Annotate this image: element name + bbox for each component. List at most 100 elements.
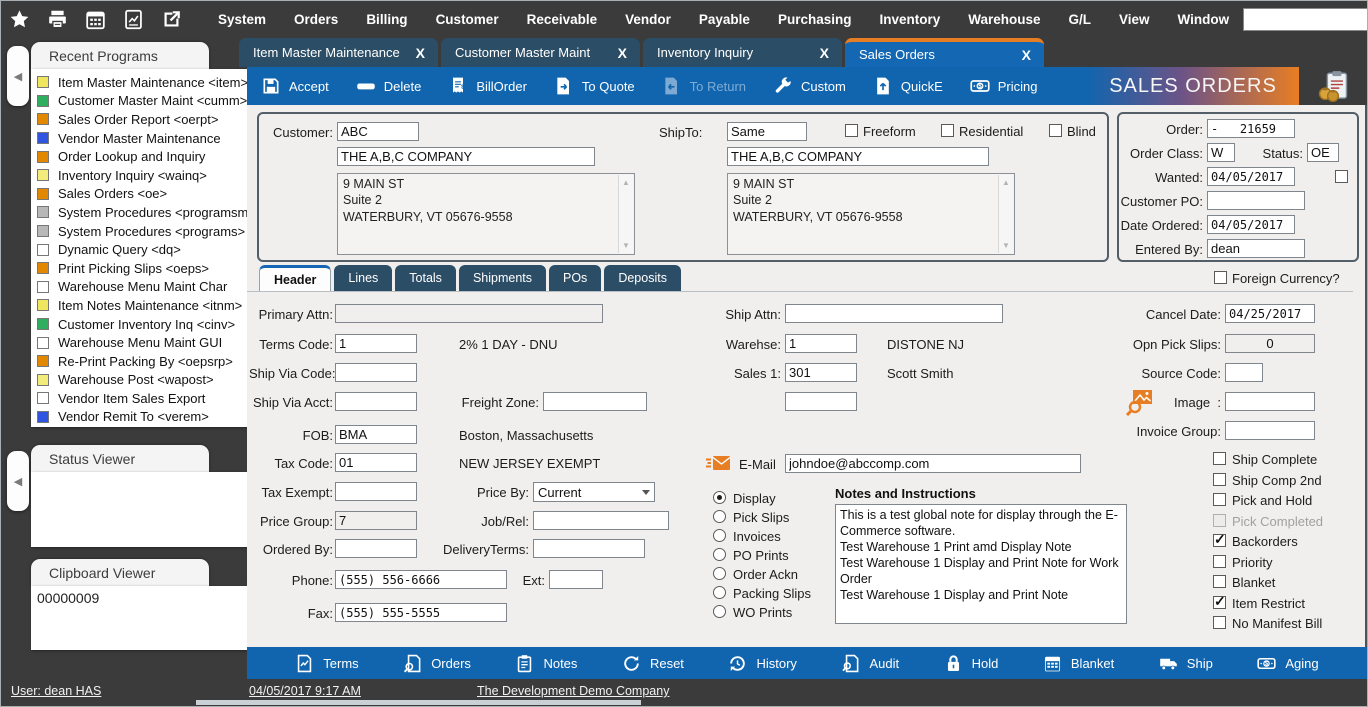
residential-checkbox[interactable] — [941, 124, 954, 137]
blanket-checkbox[interactable] — [1213, 575, 1226, 588]
detail-tab-pos[interactable]: POs — [549, 265, 601, 291]
no-manifest-bill-checkbox[interactable] — [1213, 616, 1226, 629]
radio-order-ackn[interactable] — [713, 567, 726, 580]
statusbar-user-link[interactable]: User: dean HAS — [11, 684, 101, 698]
radio-pick-slips[interactable] — [713, 510, 726, 523]
list-item[interactable]: Vendor Remit To <verem> — [37, 408, 247, 427]
menu-vendor[interactable]: Vendor — [611, 3, 685, 36]
blanket-button[interactable]: Blanket — [1043, 654, 1114, 673]
billorder-button[interactable]: $ BillOrder — [448, 76, 527, 96]
delete-button[interactable]: Delete — [356, 76, 422, 96]
list-item[interactable]: Item Notes Maintenance <itnm> — [37, 296, 247, 315]
tax-code-field[interactable] — [335, 453, 417, 472]
ordered-by-field[interactable] — [335, 539, 417, 558]
ship-button[interactable]: Ship — [1159, 654, 1213, 673]
list-item[interactable]: Customer Master Maint <cumm> — [37, 92, 247, 111]
custom-button[interactable]: Custom — [773, 76, 846, 96]
radio-invoices[interactable] — [713, 529, 726, 542]
list-item[interactable]: Item Master Maintenance <item> — [37, 73, 247, 92]
scroll-up-icon[interactable]: ▲ — [1002, 178, 1010, 187]
priority-checkbox[interactable] — [1213, 555, 1226, 568]
menu-inventory[interactable]: Inventory — [865, 3, 954, 36]
ship-comp-2nd-checkbox[interactable] — [1213, 473, 1226, 486]
primary-attn-field[interactable] — [335, 304, 603, 323]
print-icon[interactable] — [47, 9, 68, 30]
sidebar-collapse-button[interactable]: ◀ — [7, 46, 29, 106]
scroll-up-icon[interactable]: ▲ — [622, 178, 630, 187]
tab-inventory-inquiry[interactable]: Inventory Inquiry X — [643, 38, 842, 67]
freeform-checkbox[interactable] — [845, 124, 858, 137]
clipboard-viewer-header[interactable]: Clipboard Viewer — [31, 559, 209, 586]
accept-button[interactable]: Accept — [261, 76, 329, 96]
notes-field[interactable]: This is a test global note for display t… — [835, 504, 1127, 624]
radio-po-prints[interactable] — [713, 548, 726, 561]
menu-warehouse[interactable]: Warehouse — [954, 3, 1054, 36]
list-item[interactable]: Warehouse Post <wapost> — [37, 371, 247, 390]
fob-field[interactable] — [335, 425, 417, 444]
calendar-icon[interactable] — [85, 9, 106, 30]
date-ordered-field[interactable] — [1207, 215, 1295, 234]
scrollbar[interactable]: ▲▼ — [618, 175, 633, 253]
menu-gl[interactable]: G/L — [1055, 3, 1106, 36]
list-item[interactable]: Dynamic Query <dq> — [37, 240, 247, 259]
warehouse-field[interactable] — [785, 334, 857, 353]
open-pick-slips-field[interactable] — [1225, 334, 1315, 353]
shipto-name-field[interactable] — [727, 147, 989, 166]
list-item[interactable]: Vendor Master Maintenance — [37, 129, 247, 148]
ship-complete-checkbox[interactable] — [1213, 452, 1226, 465]
tax-exempt-field[interactable] — [335, 482, 417, 501]
shipto-code-field[interactable] — [727, 122, 807, 141]
tab-item-master-maintenance[interactable]: Item Master Maintenance X — [239, 38, 438, 67]
job-rel-field[interactable] — [533, 511, 669, 530]
list-item[interactable]: Customer Inventory Inq <cinv> — [37, 315, 247, 334]
reset-button[interactable]: Reset — [622, 654, 684, 673]
wanted-date-field[interactable] — [1207, 167, 1295, 186]
scroll-down-icon[interactable]: ▼ — [1002, 241, 1010, 250]
ext-field[interactable] — [549, 570, 603, 589]
favorites-star-icon[interactable] — [9, 9, 30, 30]
backorders-checkbox[interactable] — [1213, 534, 1226, 547]
menu-system[interactable]: System — [204, 3, 280, 36]
scrollbar[interactable]: ▲▼ — [998, 175, 1013, 253]
detail-tab-header[interactable]: Header — [259, 265, 331, 291]
delivery-terms-field[interactable] — [533, 539, 645, 558]
customer-po-field[interactable] — [1207, 191, 1305, 210]
customer-name-field[interactable] — [337, 147, 595, 166]
statusbar-company-link[interactable]: The Development Demo Company — [477, 684, 669, 698]
source-code-field[interactable] — [1225, 363, 1263, 382]
list-item[interactable]: System Procedures <programsm> — [37, 203, 247, 222]
order-class-field[interactable] — [1207, 143, 1235, 162]
customer-code-field[interactable] — [337, 122, 419, 141]
list-item[interactable]: Vendor Item Sales Export — [37, 389, 247, 408]
image-search-icon[interactable] — [1125, 388, 1155, 416]
recent-programs-header[interactable]: Recent Programs — [31, 42, 209, 69]
menu-receivable[interactable]: Receivable — [513, 3, 612, 36]
close-icon[interactable]: X — [416, 45, 425, 61]
report-icon[interactable] — [123, 9, 144, 30]
menu-orders[interactable]: Orders — [280, 3, 352, 36]
to-quote-button[interactable]: To Quote — [554, 76, 635, 96]
entered-by-field[interactable] — [1207, 239, 1305, 258]
to-return-button[interactable]: To Return — [662, 76, 746, 96]
menu-customer[interactable]: Customer — [422, 3, 513, 36]
status-field[interactable] — [1307, 143, 1339, 162]
radio-wo-prints[interactable] — [713, 605, 726, 618]
clipboard-viewer-panel[interactable]: 00000009 — [31, 586, 247, 650]
price-group-field[interactable] — [335, 511, 417, 530]
terms-button[interactable]: Terms — [295, 654, 358, 673]
shipto-address-field[interactable]: 9 MAIN ST Suite 2 WATERBURY, VT 05676-95… — [727, 173, 1015, 255]
phone-field[interactable] — [335, 570, 507, 589]
order-number-field[interactable] — [1207, 119, 1295, 138]
fax-field[interactable] — [335, 603, 507, 622]
cancel-date-field[interactable] — [1225, 304, 1315, 323]
foreign-currency-checkbox[interactable] — [1214, 271, 1227, 284]
ship-via-code-field[interactable] — [335, 363, 417, 382]
orders-button[interactable]: Orders — [403, 654, 471, 673]
radio-packing-slips[interactable] — [713, 586, 726, 599]
search-input[interactable] — [1243, 8, 1368, 31]
item-restrict-checkbox[interactable] — [1213, 596, 1226, 609]
customer-address-field[interactable]: 9 MAIN ST Suite 2 WATERBURY, VT 05676-95… — [337, 173, 635, 255]
list-item[interactable]: Re-Print Packing By <oepsrp> — [37, 352, 247, 371]
invoice-group-field[interactable] — [1225, 421, 1315, 440]
detail-tab-lines[interactable]: Lines — [334, 265, 392, 291]
